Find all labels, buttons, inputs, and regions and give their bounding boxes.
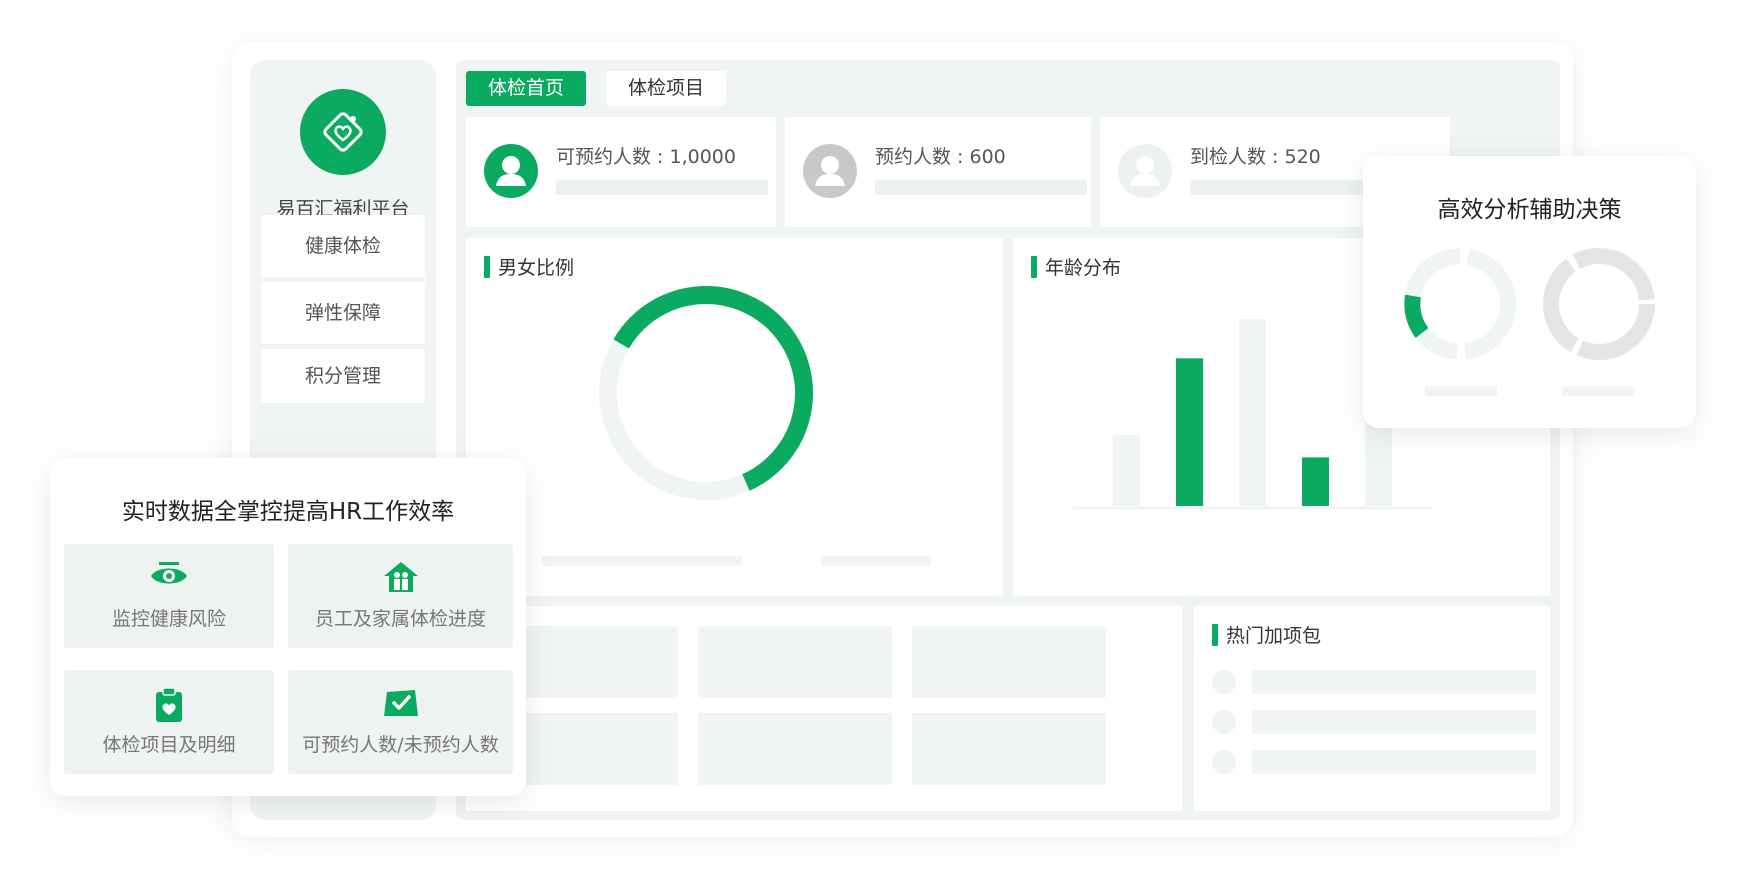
- stat-card-available: 可预约人数 : 1,0000: [466, 117, 776, 227]
- legend-placeholder: [821, 556, 931, 566]
- hot-addons-panel: 热门加项包: [1194, 606, 1550, 811]
- calendar-check-icon: [383, 690, 418, 716]
- age-bar-0: [1113, 434, 1140, 506]
- hr-efficiency-card: 实时数据全掌控提高HR工作效率 监控健康风险 员工及家属体检进度 体检项目及明细…: [50, 458, 526, 796]
- stat-label: 到检人数 : 520: [1190, 146, 1321, 168]
- tab-checkup-home[interactable]: 体检首页: [466, 71, 586, 106]
- mini-donut-1: [1404, 248, 1516, 360]
- panel-title: 热门加项包: [1212, 621, 1321, 648]
- gender-ratio-panel: 男女比例: [466, 238, 1003, 596]
- grid-cell-placeholder: [912, 713, 1106, 785]
- sidebar-item-flexible-insurance[interactable]: 弹性保障: [261, 282, 425, 344]
- sidebar-item-points-management[interactable]: 积分管理: [261, 349, 425, 403]
- grid-cell-placeholder: [698, 626, 892, 698]
- feature-label: 员工及家属体检进度: [314, 608, 486, 630]
- feature-checkup-items[interactable]: 体检项目及明细: [64, 670, 274, 774]
- gender-donut-chart: [599, 286, 813, 500]
- legend-placeholder: [1425, 386, 1497, 396]
- list-item-placeholder: [1252, 710, 1536, 734]
- family-home-icon: [383, 562, 418, 592]
- list-item-placeholder: [1252, 750, 1536, 774]
- donut-slice-1: [599, 339, 750, 500]
- age-bar-3: [1302, 457, 1329, 506]
- stat-label: 可预约人数 : 1,0000: [556, 146, 736, 168]
- grid-cell-placeholder: [912, 626, 1106, 698]
- platform-logo: [300, 89, 386, 175]
- list-item-placeholder: [1252, 670, 1536, 694]
- feature-monitor-health-risk[interactable]: 监控健康风险: [64, 544, 274, 648]
- user-avatar-icon: [1118, 144, 1172, 198]
- feature-label: 可预约人数/未预约人数: [302, 734, 499, 756]
- placeholder-bar: [556, 180, 768, 195]
- hr-card-title: 实时数据全掌控提高HR工作效率: [121, 499, 455, 525]
- age-bar-2: [1239, 319, 1266, 506]
- mini-donut-2: [1543, 248, 1655, 360]
- info-grid-panel: [466, 606, 1182, 811]
- grid-cell-placeholder: [698, 713, 892, 785]
- eye-icon: [151, 562, 187, 584]
- sidebar-item-health-checkup[interactable]: 健康体检: [261, 215, 425, 277]
- list-bullet: [1212, 750, 1236, 774]
- age-bar-1: [1176, 358, 1203, 506]
- legend-placeholder: [542, 556, 742, 566]
- feature-family-progress[interactable]: 员工及家属体检进度: [288, 544, 513, 648]
- list-bullet: [1212, 710, 1236, 734]
- feature-booking-count[interactable]: 可预约人数/未预约人数: [288, 670, 513, 774]
- legend-placeholder: [1562, 386, 1634, 396]
- clipboard-heart-icon: [156, 687, 182, 722]
- mini-donut-charts: [1404, 248, 1655, 396]
- placeholder-bar: [875, 180, 1087, 195]
- user-avatar-icon: [803, 144, 857, 198]
- tab-checkup-items[interactable]: 体检项目: [606, 71, 726, 106]
- feature-label: 监控健康风险: [111, 608, 226, 630]
- feature-label: 体检项目及明细: [102, 734, 236, 756]
- user-avatar-icon: [484, 144, 538, 198]
- donut-slice-0: [613, 286, 813, 491]
- stat-label: 预约人数 : 600: [875, 146, 1006, 168]
- analysis-card: 高效分析辅助决策: [1363, 156, 1696, 428]
- list-bullet: [1212, 670, 1236, 694]
- heart-house-icon: [323, 112, 363, 152]
- stat-card-booked: 预约人数 : 600: [785, 117, 1091, 227]
